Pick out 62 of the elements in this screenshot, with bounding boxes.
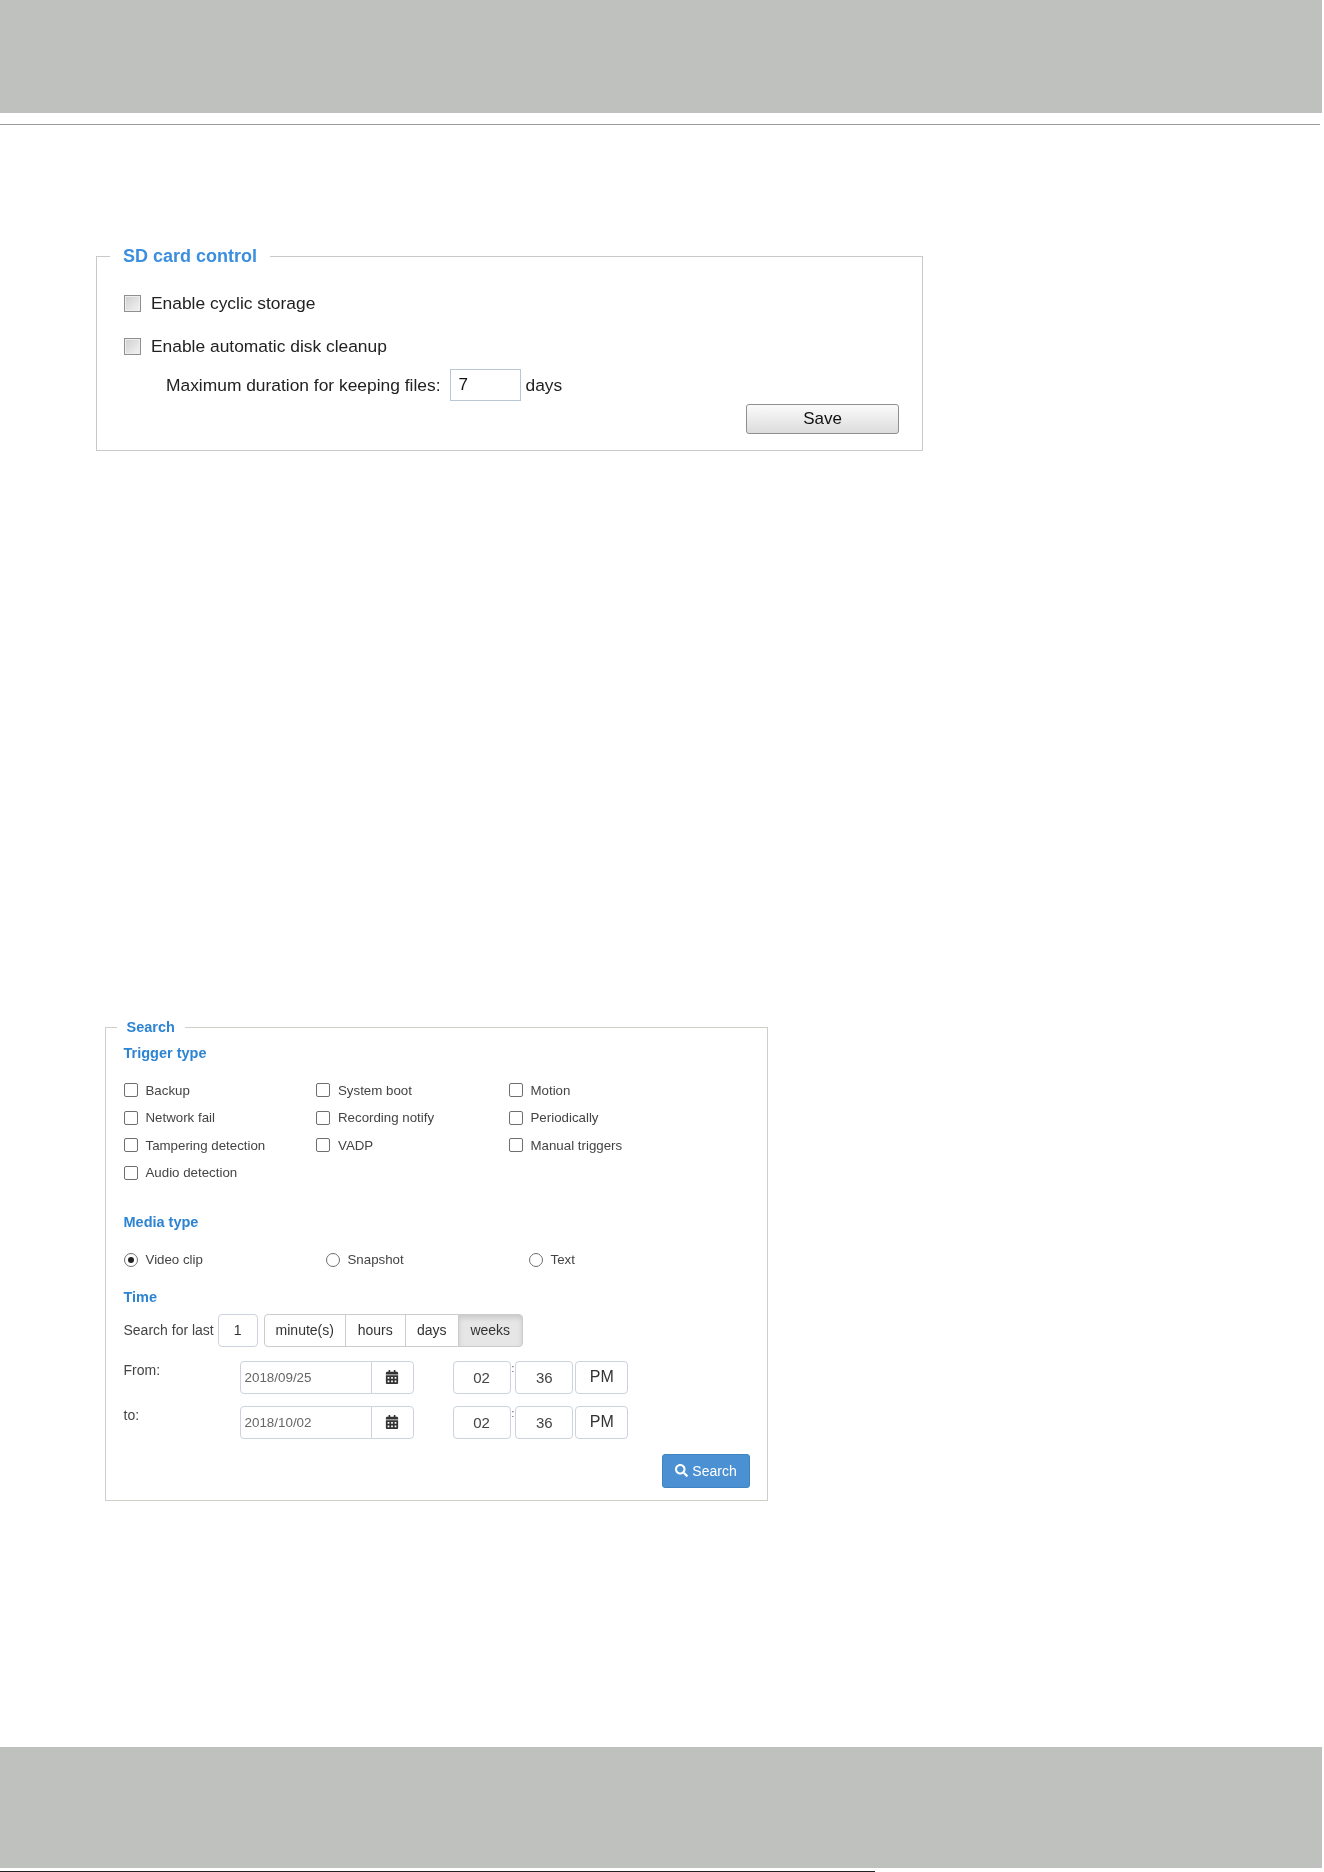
unit-label: days <box>525 374 563 396</box>
save-button[interactable]: Save <box>746 404 899 434</box>
checkbox-label: Manual triggers <box>530 1137 623 1153</box>
count-input[interactable]: 1 <box>217 1313 258 1347</box>
checkbox[interactable] <box>123 1165 138 1180</box>
duration-input[interactable]: 7 <box>449 369 521 401</box>
minute-input[interactable]: 36 <box>515 1405 574 1439</box>
checkbox-label: Recording notify <box>338 1110 435 1125</box>
checkbox-label: Backup <box>145 1082 190 1098</box>
checkbox-label: Network fail <box>145 1110 215 1125</box>
checkbox[interactable] <box>316 1110 330 1125</box>
panel-title: Search <box>125 1018 176 1036</box>
checkbox[interactable] <box>123 1138 138 1152</box>
radio-button[interactable] <box>325 1252 340 1267</box>
am-pm-button[interactable]: PM <box>575 1405 629 1439</box>
unit-button[interactable]: days <box>404 1313 459 1347</box>
section-title: Time <box>123 1287 158 1306</box>
hour-input[interactable]: 02 <box>452 1360 511 1394</box>
search-icon <box>675 1464 689 1477</box>
radio-button[interactable] <box>528 1252 543 1267</box>
date-input[interactable]: 2018/10/02 <box>239 1405 372 1439</box>
calendar-icon <box>385 1415 399 1429</box>
checkbox-label: VADP <box>338 1137 374 1153</box>
radio-label: Video clip <box>145 1252 203 1267</box>
unit-button[interactable]: minute(s) <box>263 1313 346 1347</box>
checkbox[interactable] <box>316 1138 330 1152</box>
section-title: Media type <box>123 1212 199 1231</box>
checkbox[interactable] <box>508 1110 523 1125</box>
checkbox[interactable] <box>316 1083 330 1097</box>
checkbox[interactable] <box>508 1083 523 1097</box>
search-for-last-label: Search for last <box>123 1322 214 1338</box>
checkbox-label: Tampering detection <box>145 1137 266 1153</box>
hour-input[interactable]: 02 <box>452 1405 511 1439</box>
unit-button[interactable]: weeks <box>457 1313 523 1347</box>
time-separator: : <box>511 1407 515 1420</box>
calendar-icon <box>385 1370 399 1384</box>
checkbox[interactable] <box>124 294 141 312</box>
checkbox[interactable] <box>123 1083 138 1097</box>
calendar-button[interactable] <box>370 1405 414 1439</box>
checkbox-label: Audio detection <box>145 1165 238 1180</box>
range-label: to: <box>123 1406 141 1423</box>
panel-title: SD card control <box>122 245 259 267</box>
checkbox[interactable] <box>508 1138 523 1152</box>
unit-button[interactable]: hours <box>344 1313 406 1347</box>
checkbox-label: Enable cyclic storage <box>151 292 316 314</box>
am-pm-button[interactable]: PM <box>575 1360 629 1394</box>
duration-label: Maximum duration for keeping files: <box>166 374 441 396</box>
minute-input[interactable]: 36 <box>515 1360 574 1394</box>
time-separator: : <box>511 1362 515 1375</box>
radio-label: Text <box>550 1252 575 1267</box>
checkbox[interactable] <box>123 1110 138 1125</box>
checkbox-label: Motion <box>530 1082 571 1098</box>
checkbox-label: Enable automatic disk cleanup <box>151 335 387 357</box>
radio-label: Snapshot <box>347 1252 404 1267</box>
checkbox-label: System boot <box>338 1082 412 1098</box>
range-label: From: <box>123 1361 162 1378</box>
date-input[interactable]: 2018/09/25 <box>239 1360 372 1394</box>
checkbox[interactable] <box>124 337 141 355</box>
checkbox-label: Periodically <box>530 1110 599 1125</box>
section-title: Trigger type <box>123 1044 207 1062</box>
calendar-button[interactable] <box>370 1360 414 1394</box>
radio-button[interactable] <box>123 1252 138 1267</box>
